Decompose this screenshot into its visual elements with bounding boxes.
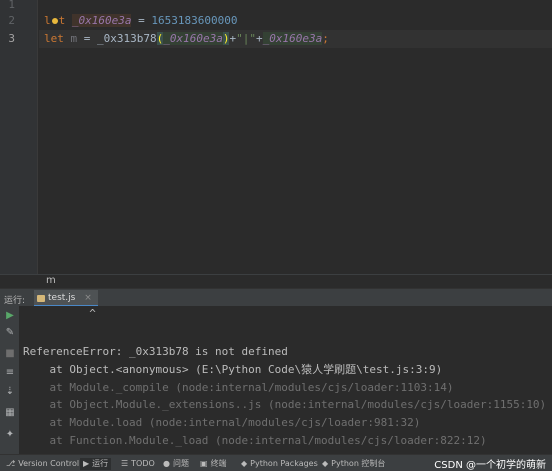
console-stack-line[interactable]: at Object.<anonymous> (E:\Python Code\猿人… (23, 361, 442, 379)
run-console-output[interactable]: ^ ReferenceError: _0x313b78 is not defin… (21, 306, 552, 454)
list-icon: ☰ (121, 459, 129, 468)
breadcrumb-item[interactable]: m (46, 275, 56, 286)
lightbulb-icon[interactable] (51, 18, 58, 24)
line-number: 3 (8, 32, 15, 45)
stop-icon[interactable]: ■ (4, 348, 16, 360)
run-panel-header: 运行: test.js × (0, 288, 552, 307)
scroll-to-end-icon[interactable]: ⇣ (4, 386, 16, 398)
soft-wrap-icon[interactable]: ≡ (4, 367, 16, 379)
run-panel-title: 运行: (4, 296, 26, 306)
status-python-console[interactable]: ◆ Python 控制台 (322, 458, 385, 470)
keyword-let: lt (44, 14, 66, 27)
layout-icon[interactable]: ▦ (4, 407, 16, 419)
status-label: 运行 (92, 459, 109, 468)
code-line-3[interactable]: let m = _0x313b78(_0x160e3a)+"|"+_0x160e… (44, 30, 544, 48)
variable-decl: _0x160e3a (71, 14, 132, 27)
console-stack-line: at Function.Module._load (node:internal/… (23, 434, 487, 447)
operator: = (131, 14, 152, 27)
console-error-line: ReferenceError: _0x313b78 is not defined (23, 345, 288, 358)
line-number-gutter: 1 2 3 (0, 0, 38, 274)
run-tab-label: test.js (48, 293, 76, 303)
function-call: _0x313b78 (97, 32, 157, 45)
wrench-icon[interactable]: ✎ (4, 327, 16, 339)
status-version-control[interactable]: ⎇ Version Control (6, 458, 79, 470)
status-python-packages[interactable]: ◆ Python Packages (241, 458, 318, 470)
status-run[interactable]: ▶ 运行 (80, 458, 112, 470)
run-toolbar: ▶ ✎ ■ ≡ ⇣ ▦ ✦ (0, 306, 20, 454)
keyword-let: let (44, 32, 64, 45)
tool-window-bar: ⎇ Version Control ▶ 运行 ☰ TODO ● 问题 ▣ 终端 ◆ Pyth… (0, 454, 552, 471)
terminal-icon: ▣ (200, 459, 208, 468)
close-icon[interactable]: × (84, 293, 92, 303)
play-icon: ▶ (83, 459, 90, 468)
status-todo[interactable]: ☰ TODO (121, 458, 155, 470)
console-stack-line: at Module._compile (node:internal/module… (23, 381, 454, 394)
status-label: 终端 (210, 459, 227, 468)
problems-icon: ● (163, 459, 170, 468)
rerun-icon[interactable]: ▶ (4, 310, 16, 322)
number-literal: 1653183600000 (151, 14, 238, 27)
argument: _0x160e3a (163, 32, 223, 45)
csdn-watermark: CSDN @一个初学的萌新 (434, 460, 546, 471)
editor-breadcrumb[interactable]: m (0, 274, 552, 288)
code-line-2[interactable]: lt _0x160e3a = 1653183600000 (44, 12, 544, 30)
status-label: Python 控制台 (331, 459, 386, 468)
console-line: ^ (23, 307, 96, 320)
pin-icon[interactable]: ✦ (4, 429, 16, 441)
status-label: Version Control (18, 459, 80, 468)
console-stack-line: at Module.load (node:internal/modules/cj… (23, 416, 421, 429)
line-number: 2 (8, 14, 15, 27)
operator: + (255, 32, 263, 45)
python-console-icon: ◆ (322, 459, 329, 468)
code-editor[interactable]: 1 2 3 lt _0x160e3a = 1653183600000 let m… (0, 0, 552, 274)
operator: = (77, 32, 97, 45)
status-problems[interactable]: ● 问题 (163, 458, 189, 470)
string-literal: "|" (236, 32, 256, 45)
variable-ref: _0x160e3a (262, 32, 323, 45)
console-stack-line: at Object.Module._extensions..js (node:i… (23, 398, 547, 411)
branch-icon: ⎇ (6, 459, 16, 468)
semicolon: ; (322, 32, 329, 45)
status-label: TODO (131, 459, 155, 468)
status-label: 问题 (172, 459, 189, 468)
python-packages-icon: ◆ (241, 459, 248, 468)
js-file-icon (37, 295, 45, 302)
status-terminal[interactable]: ▣ 终端 (200, 458, 227, 470)
status-label: Python Packages (250, 459, 318, 468)
